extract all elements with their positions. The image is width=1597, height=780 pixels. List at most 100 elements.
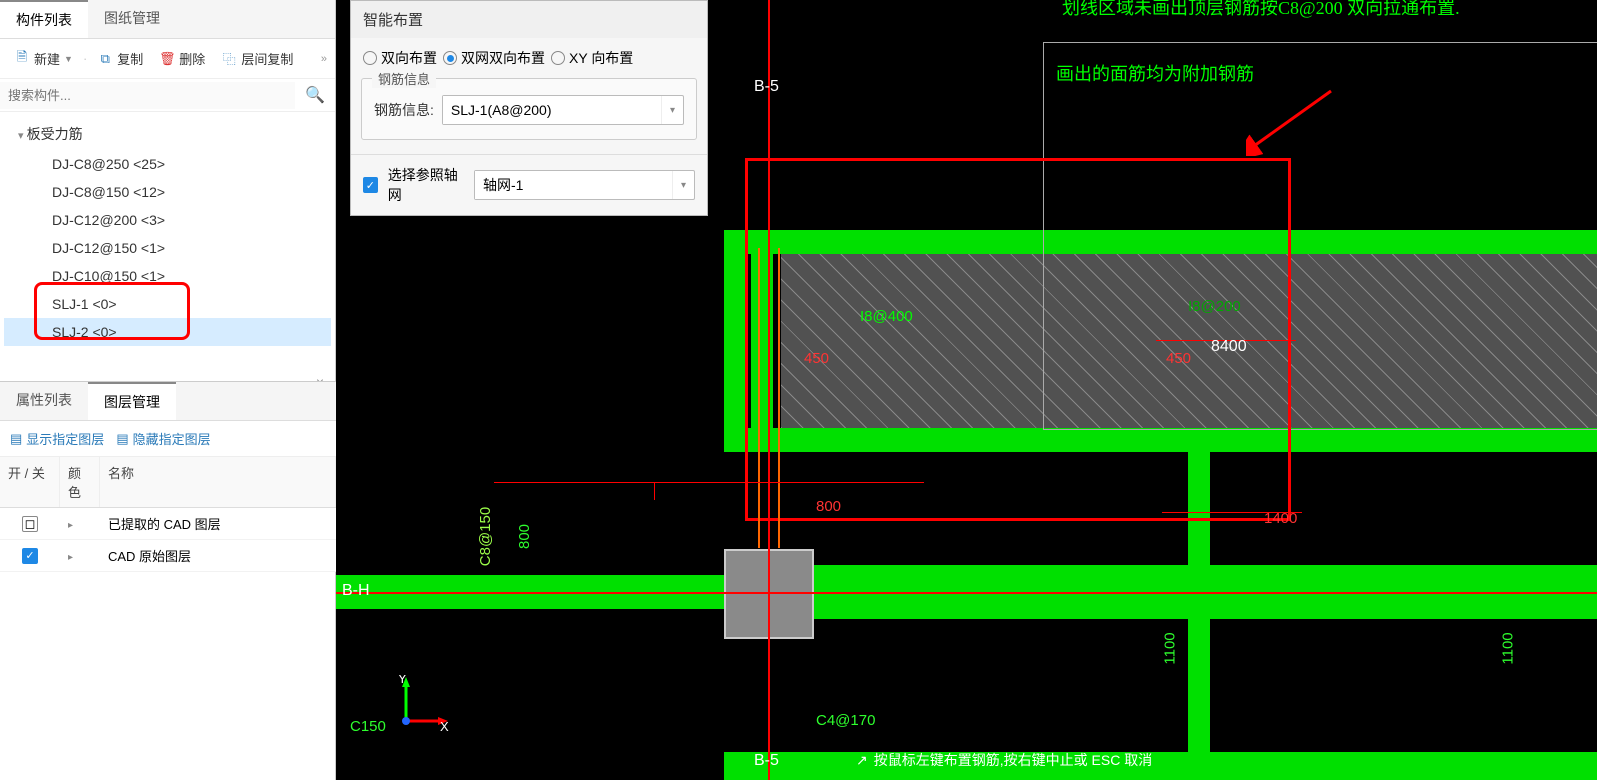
radio-icon	[363, 51, 377, 65]
dropdown-caret-icon[interactable]: ▾	[672, 171, 694, 199]
axis-line	[336, 592, 1597, 594]
red-rect	[745, 518, 1291, 521]
new-button[interactable]: 🗎 新建 ▼	[8, 45, 79, 72]
tree-item[interactable]: DJ-C12@150 <1>	[4, 234, 331, 262]
tree-item[interactable]: DJ-C8@150 <12>	[4, 178, 331, 206]
rebar-label: C8@150	[477, 507, 494, 566]
slab	[724, 752, 1597, 780]
fieldset-legend: 钢筋信息	[372, 69, 436, 88]
separator: ·	[83, 51, 87, 66]
radio-xy[interactable]: XY 向布置	[551, 48, 633, 68]
search-icon[interactable]: 🔍	[295, 79, 335, 111]
radio-two-way[interactable]: 双向布置	[363, 48, 437, 68]
radio-label: 双向布置	[381, 48, 437, 68]
copy-label: 复制	[117, 49, 143, 68]
toolbar-more[interactable]: »	[321, 53, 327, 65]
rebar-label: C4@170	[816, 712, 875, 729]
tree-item[interactable]: SLJ-2 <0>	[4, 318, 331, 346]
dim-label: 450	[804, 350, 829, 367]
layer-checkbox[interactable]: ◻	[22, 516, 38, 532]
radio-label: 双网双向布置	[461, 48, 545, 68]
layer-col-color: 颜色	[60, 457, 100, 507]
layers-hide-icon: ▤	[116, 431, 128, 447]
dim-line	[494, 482, 924, 483]
search-input[interactable]	[0, 82, 295, 109]
rebar-label: I8@400	[860, 308, 913, 325]
radio-double-net[interactable]: 双网双向布置	[443, 48, 545, 68]
red-rect	[745, 158, 748, 520]
rebar-info-input[interactable]	[443, 96, 661, 124]
dim-label: 1100	[1500, 632, 1517, 664]
copy-button[interactable]: ⧉ 复制	[91, 45, 149, 72]
dim-label: 1100	[1162, 632, 1179, 664]
layer-col-onoff: 开 / 关	[0, 457, 60, 507]
radio-icon	[551, 51, 565, 65]
tree-item[interactable]: SLJ-1 <0>	[4, 290, 331, 318]
rebar-line	[778, 248, 780, 548]
radio-label: XY 向布置	[569, 48, 633, 68]
tab-attributes[interactable]: 属性列表	[0, 382, 88, 420]
new-label: 新建	[34, 49, 60, 68]
trash-icon: 🗑	[159, 51, 175, 67]
smart-layout-dialog: 智能布置 双向布置 双网双向布置 XY 向布置 钢筋信息 钢筋信息: ▾ ✓ 选…	[350, 0, 708, 216]
radio-icon	[443, 51, 457, 65]
dialog-title: 智能布置	[351, 1, 707, 38]
layer-row[interactable]: ✓ ▸ CAD 原始图层	[0, 540, 336, 572]
tree-item[interactable]: DJ-C8@250 <25>	[4, 150, 331, 178]
ref-grid-checkbox[interactable]: ✓	[363, 177, 378, 193]
status-bar: ↗ 按鼠标左键布置钢筋,按右键中止或 ESC 取消	[856, 750, 1152, 770]
axis-indicator: Y X	[392, 675, 452, 740]
expand-icon[interactable]: ▸	[68, 520, 73, 531]
status-icon: ↗	[856, 752, 868, 769]
hide-layers-button[interactable]: ▤ 隐藏指定图层	[116, 429, 210, 448]
tree-group-header[interactable]: 板受力筋	[4, 118, 331, 150]
layer-checkbox[interactable]: ✓	[22, 548, 38, 564]
dropdown-caret-icon[interactable]: ▾	[661, 96, 683, 124]
red-rect	[745, 158, 1291, 161]
dim-label: 1400	[1264, 510, 1297, 527]
axis-label-b5: B-5	[754, 78, 779, 96]
copy-icon: ⧉	[97, 51, 113, 67]
axis-label-bh: B-H	[342, 582, 370, 600]
tree-item[interactable]: DJ-C12@200 <3>	[4, 206, 331, 234]
tab-layer-mgmt[interactable]: 图层管理	[88, 382, 176, 420]
status-text: 按鼠标左键布置钢筋,按右键中止或 ESC 取消	[874, 750, 1152, 770]
rebar-label: I8@200	[1188, 298, 1241, 315]
dim-line	[654, 482, 655, 500]
rebar-line	[758, 248, 760, 548]
rebar-info-label: 钢筋信息:	[374, 100, 434, 120]
delete-label: 删除	[179, 49, 205, 68]
show-layers-label: 显示指定图层	[26, 429, 104, 448]
new-file-icon: 🗎	[14, 51, 30, 67]
tree-item[interactable]: DJ-C10@150 <1>	[4, 262, 331, 290]
axis-label-b5-bottom: B-5	[754, 752, 779, 770]
expand-icon[interactable]: ▸	[68, 552, 73, 563]
ref-grid-label: 选择参照轴网	[388, 165, 464, 205]
svg-text:Y: Y	[398, 675, 407, 686]
ref-grid-select[interactable]	[475, 171, 672, 199]
layer-col-name: 名称	[100, 457, 336, 507]
canvas-note: 划线区域未画出顶层钢筋按C8@200 双向拉通布置.	[1062, 0, 1460, 20]
tab-drawing-mgmt[interactable]: 图纸管理	[88, 0, 176, 38]
red-rect	[1288, 158, 1291, 520]
slab	[724, 230, 746, 452]
floor-copy-icon: ⿻	[221, 51, 237, 67]
dim-label: 800	[516, 524, 533, 549]
layer-name: 已提取的 CAD 图层	[100, 508, 336, 539]
layers-show-icon: ▤	[10, 431, 22, 447]
rebar-label: C150	[350, 718, 386, 735]
dim-label: 800	[816, 498, 841, 515]
show-layers-button[interactable]: ▤ 显示指定图层	[10, 429, 104, 448]
layer-name: CAD 原始图层	[100, 540, 336, 571]
annotation-arrow	[1246, 86, 1336, 156]
hide-layers-label: 隐藏指定图层	[133, 429, 211, 448]
delete-button[interactable]: 🗑 删除	[153, 45, 211, 72]
axis-line	[768, 0, 770, 780]
dim-value: 8400	[1211, 338, 1247, 356]
svg-text:X: X	[440, 719, 449, 734]
layer-row[interactable]: ◻ ▸ 已提取的 CAD 图层	[0, 508, 336, 540]
floor-copy-label: 层间复制	[241, 49, 293, 68]
floor-copy-button[interactable]: ⿻ 层间复制	[215, 45, 299, 72]
tab-component-list[interactable]: 构件列表	[0, 0, 88, 38]
dim-label: 450	[1166, 350, 1191, 367]
